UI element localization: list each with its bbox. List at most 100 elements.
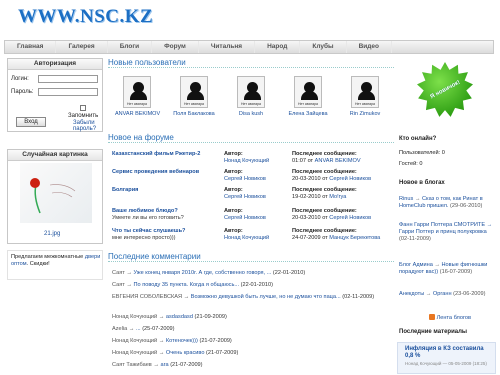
login-button[interactable]: Вход: [16, 117, 46, 127]
username[interactable]: Поля Баклакова: [172, 111, 216, 117]
random-picture-title: Случайная картинка: [8, 150, 102, 161]
last-message-author-link[interactable]: Mo!rya: [329, 194, 346, 200]
author-label: Автор:: [224, 228, 243, 234]
last-message-label: Последнее сообщение:: [292, 169, 357, 175]
last-message-author-link[interactable]: Сергей Новиков: [329, 176, 371, 182]
remember-label: Запомнить: [68, 113, 99, 119]
avatar: Нет аватара: [294, 76, 322, 108]
login-input[interactable]: [38, 75, 98, 83]
nav-home[interactable]: Главная: [5, 41, 57, 53]
username[interactable]: Disa kush: [229, 111, 273, 117]
blog-date: (23-06-2009): [453, 291, 486, 297]
comment-item: Саят Тажибаев → ага (21-07-2009): [112, 362, 203, 368]
blog-feed-link[interactable]: Лента блогов: [437, 315, 471, 321]
user-card[interactable]: Нет аватара Disa kush: [229, 76, 273, 117]
nav-clubs[interactable]: Клубы: [300, 41, 347, 53]
comment-author[interactable]: Azelia: [112, 326, 127, 332]
comment-post-link[interactable]: Котеночек))): [166, 338, 198, 344]
username[interactable]: Елена Зайцева: [286, 111, 330, 117]
random-picture-image[interactable]: [20, 163, 92, 223]
random-picture-filename[interactable]: 21.jpg: [44, 231, 60, 237]
comment-post-link[interactable]: Очень красиво: [166, 350, 205, 356]
blog-author[interactable]: Фанн Гарри Поттера: [399, 222, 452, 228]
username[interactable]: ANVAR BEKIMOV: [115, 111, 160, 117]
nav-video[interactable]: Видео: [347, 41, 392, 53]
blog-author[interactable]: Блог Админа: [399, 262, 433, 268]
comment-post-link[interactable]: Возможно девушкой быть лучше, но не дума…: [191, 294, 341, 300]
forum-row: Сервис проведения вебинаров Автор: Серге…: [112, 169, 394, 186]
forgot-password-link[interactable]: Забыли пароль?: [73, 120, 103, 132]
forum-author-link[interactable]: Нонад Кочующий: [224, 235, 269, 241]
comment-author[interactable]: Саят: [112, 270, 125, 276]
blog-author[interactable]: Rinus: [399, 196, 413, 202]
comment-post-link[interactable]: ага: [160, 362, 168, 368]
ad-panel: Предлагаем межкомнатные двери оптом. Ски…: [7, 250, 103, 280]
forum-author-link[interactable]: Сергей Новиков: [224, 176, 266, 182]
comment-post-link[interactable]: По поводу 35 пункта. Когда я общаюсь...: [134, 282, 240, 288]
blog-item: Rinus → Сказ о том, как Ринат в HomeClub…: [399, 196, 483, 209]
forum-topic-link[interactable]: Ваше любимое блюдо?: [112, 208, 220, 214]
forum-author-link[interactable]: Нонад Кочующий: [224, 158, 269, 164]
forum-author-link[interactable]: Сергей Новиков: [224, 215, 266, 221]
comment-date: (02-11-2009): [342, 294, 375, 300]
forum-topic-link[interactable]: Казахстанский фильм Ржетир-2: [112, 151, 220, 157]
nav-gallery[interactable]: Галерея: [56, 41, 108, 53]
remember-checkbox[interactable]: [80, 105, 86, 111]
forum-topic-subtitle: Умеете ли вы его готовить?: [112, 215, 184, 221]
nav-forum[interactable]: Форум: [152, 41, 199, 53]
online-guests: Гостей: 0: [399, 161, 423, 168]
forum-author-link[interactable]: Сергей Новиков: [224, 194, 266, 200]
last-message-author-link[interactable]: ANVAR BEKIMOV: [315, 158, 361, 164]
comment-post-link[interactable]: asdasdasd: [166, 314, 193, 320]
forum-topic-link[interactable]: Что ты сейчас слушаешь?: [112, 228, 220, 234]
comment-author[interactable]: Нонад Кочующий: [112, 338, 157, 344]
user-card[interactable]: Нет аватара Елена Зайцева: [286, 76, 330, 117]
comment-item: Azelia → ... (25-07-2009): [112, 326, 175, 332]
last-message-author-link[interactable]: Сергей Новиков: [329, 215, 371, 221]
comment-item: Нонад Кочующий → asdasdasd (21-09-2009): [112, 314, 227, 320]
comment-author[interactable]: ЕВГЕНИЯ СОБОЛЕВСКАЯ: [112, 294, 182, 300]
online-guests-count: 0: [419, 161, 423, 167]
nav-reading[interactable]: Читальня: [199, 41, 256, 53]
nav-people[interactable]: Народ: [255, 41, 301, 53]
newbie-badge[interactable]: Я новичок!: [417, 62, 473, 117]
material-link[interactable]: Инфляция в КЗ составила 0,8 %: [405, 346, 490, 360]
forum-topic-link[interactable]: Болгария: [112, 187, 220, 193]
comment-item: Нонад Кочующий → Котеночек))) (21-07-200…: [112, 338, 232, 344]
user-card[interactable]: Нет аватара Поля Баклакова: [172, 76, 216, 117]
password-input[interactable]: [38, 88, 98, 96]
online-users-label: Пользователей:: [399, 150, 441, 156]
last-message-author-link[interactable]: Манцук Берекетова: [329, 235, 380, 241]
user-card[interactable]: Нет аватара ANVAR BEKIMOV: [115, 76, 160, 117]
forum-topic-link[interactable]: Сервис проведения вебинаров: [112, 169, 220, 175]
blog-date: (02-11-2009): [399, 236, 431, 242]
comment-date: (21-07-2009): [206, 350, 239, 356]
username[interactable]: Rin Zimukov: [343, 111, 387, 117]
new-users-title: Новые пользователи: [108, 58, 394, 68]
ad-text: Предлагаем межкомнатные двери оптом. Ски…: [11, 254, 101, 268]
site-logo[interactable]: WWW.NSC.KZ: [18, 6, 153, 28]
blog-post-link[interactable]: Органн: [433, 291, 452, 297]
online-title: Кто онлайн?: [399, 136, 437, 142]
author-label: Автор:: [224, 169, 243, 175]
comment-post-link[interactable]: Уже конец января 2010г. А где, собственн…: [134, 270, 272, 276]
blog-author[interactable]: Анекдоты: [399, 291, 424, 297]
comment-author[interactable]: Нонад Кочующий: [112, 350, 157, 356]
author-label: Автор:: [224, 151, 243, 157]
forum-row: Казахстанский фильм Ржетир-2 Автор: Нона…: [112, 151, 394, 168]
last-message-info: 01:07 от ANVAR BEKIMOV: [292, 158, 361, 164]
material-author[interactable]: Нонад Кочующий: [405, 361, 441, 366]
comment-author[interactable]: Саят Тажибаев: [112, 362, 152, 368]
comment-post-link[interactable]: ...: [136, 326, 141, 332]
comment-author[interactable]: Нонад Кочующий: [112, 314, 157, 320]
material-date: 05-05-2009 (18:25): [448, 361, 487, 366]
last-message-label: Последнее сообщение:: [292, 187, 357, 193]
comment-item: Нонад Кочующий → Очень красиво (21-07-20…: [112, 350, 239, 356]
materials-title: Последние материалы: [399, 329, 468, 335]
comment-author[interactable]: Саят: [112, 282, 125, 288]
nav-blogs[interactable]: Блоги: [108, 41, 153, 53]
blog-feed[interactable]: Лента блогов: [429, 314, 471, 321]
user-card[interactable]: Нет аватара Rin Zimukov: [343, 76, 387, 117]
last-message-label: Последнее сообщение:: [292, 208, 357, 214]
material-meta: Нонад Кочующий — 05-05-2009 (18:25): [405, 361, 487, 366]
